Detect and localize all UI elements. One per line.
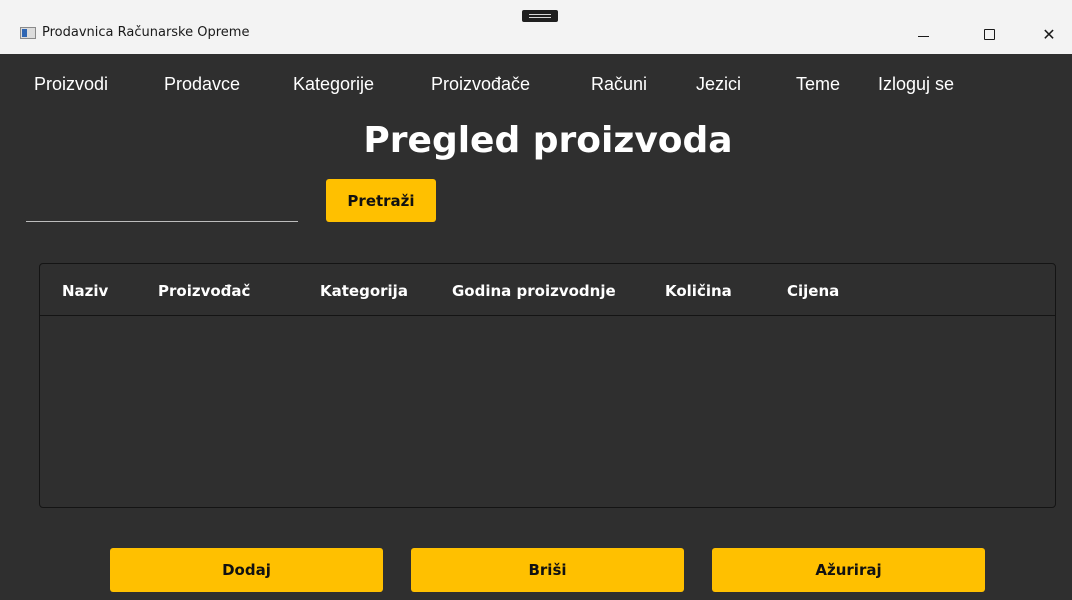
add-button[interactable]: Dodaj [110, 548, 383, 592]
close-button[interactable]: ✕ [1026, 14, 1072, 54]
products-table[interactable]: Naziv Proizvođač Kategorija Godina proiz… [39, 263, 1056, 508]
app-window: Prodavnica Računarske Opreme ✕ Proizvodi… [0, 0, 1072, 600]
close-icon: ✕ [1042, 24, 1056, 44]
main-content: Proizvodi Prodavce Kategorije Proizvođač… [0, 54, 1072, 600]
menu-item-izloguj-se[interactable]: Izloguj se [878, 74, 954, 95]
menu-item-racuni[interactable]: Računi [591, 74, 647, 95]
drag-handle-icon[interactable] [522, 10, 558, 22]
window-title: Prodavnica Računarske Opreme [42, 25, 250, 40]
maximize-icon [983, 28, 995, 40]
search-button[interactable]: Pretraži [326, 179, 436, 222]
column-header-kategorija[interactable]: Kategorija [320, 282, 408, 300]
title-bar[interactable]: Prodavnica Računarske Opreme ✕ [0, 0, 1072, 54]
minimize-button[interactable] [900, 14, 946, 54]
column-header-godina-proizvodnje[interactable]: Godina proizvodnje [452, 282, 616, 300]
minimize-icon [917, 35, 929, 37]
menu-item-jezici[interactable]: Jezici [696, 74, 741, 95]
column-header-naziv[interactable]: Naziv [62, 282, 108, 300]
column-header-proizvodjac[interactable]: Proizvođač [158, 282, 250, 300]
menu-item-prodavce[interactable]: Prodavce [164, 74, 240, 95]
update-button[interactable]: Ažuriraj [712, 548, 985, 592]
column-header-cijena[interactable]: Cijena [787, 282, 839, 300]
delete-button[interactable]: Briši [411, 548, 684, 592]
menu-item-teme[interactable]: Teme [796, 74, 840, 95]
app-icon [20, 27, 36, 39]
search-input[interactable] [26, 192, 298, 222]
menu-item-kategorije[interactable]: Kategorije [293, 74, 374, 95]
menu-item-proizvodi[interactable]: Proizvodi [34, 74, 108, 95]
menu-item-proizvodjace[interactable]: Proizvođače [431, 74, 530, 95]
table-header: Naziv Proizvođač Kategorija Godina proiz… [40, 264, 1055, 316]
page-title: Pregled proizvoda [363, 120, 733, 161]
column-header-kolicina[interactable]: Količina [665, 282, 732, 300]
maximize-button[interactable] [966, 14, 1012, 54]
